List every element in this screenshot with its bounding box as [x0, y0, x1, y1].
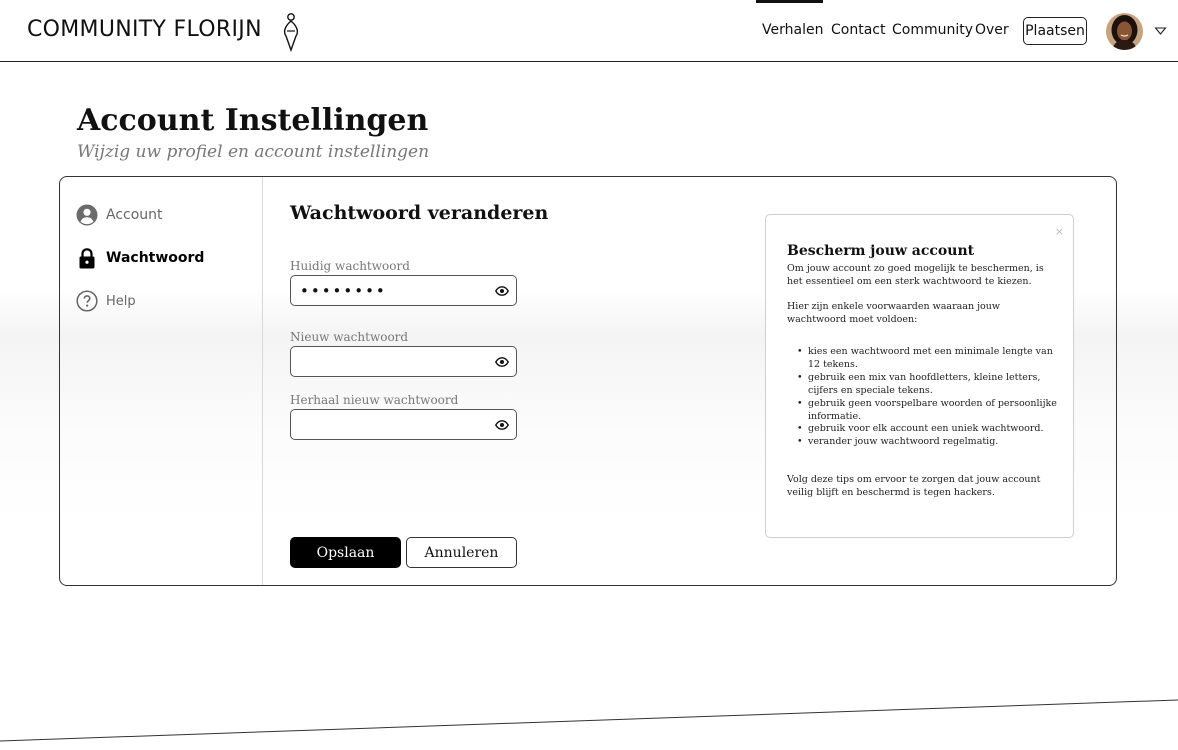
sidebar-item-label: Help: [106, 293, 136, 309]
repeat-password-input[interactable]: [291, 410, 486, 439]
form-title: Wachtwoord veranderen: [290, 202, 549, 224]
save-button[interactable]: Opslaan: [290, 537, 401, 568]
lock-icon: [76, 247, 98, 269]
chevron-down-icon[interactable]: [1154, 26, 1167, 36]
close-icon[interactable]: ×: [1055, 225, 1064, 238]
top-header: COMMUNITY FLORIJN Verhalen Contact Commu…: [0, 0, 1178, 62]
cancel-button[interactable]: Annuleren: [406, 537, 517, 568]
tips-outro: Volg deze tips om ervoor te zorgen dat j…: [787, 474, 1041, 498]
sidebar-item-account[interactable]: Account: [76, 203, 163, 227]
nav-item-verhalen[interactable]: Verhalen: [762, 22, 823, 38]
sidebar-item-wachtwoord[interactable]: Wachtwoord: [76, 246, 204, 270]
tips-intro: Om jouw account zo goed mogelijk te besc…: [787, 263, 1044, 287]
tips-list: kies een wachtwoord met een minimale len…: [797, 346, 1057, 449]
user-avatar-icon: [1106, 13, 1143, 50]
sidebar-item-label: Account: [106, 207, 163, 223]
sidebar-item-label: Wachtwoord: [106, 250, 205, 266]
repeat-password-field: [290, 409, 517, 440]
help-icon: [76, 290, 98, 312]
new-password-input[interactable]: [291, 347, 486, 376]
nav-item-over[interactable]: Over: [975, 22, 1009, 38]
nav-item-contact[interactable]: Contact: [831, 22, 885, 38]
list-item: gebruik geen voorspelbare woorden of per…: [797, 398, 1057, 424]
post-button[interactable]: Plaatsen: [1023, 17, 1087, 45]
list-item: kies een wachtwoord met een minimale len…: [797, 346, 1057, 372]
show-password-icon[interactable]: [495, 418, 509, 432]
repeat-password-label: Herhaal nieuw wachtwoord: [290, 393, 459, 407]
avatar[interactable]: [1106, 13, 1143, 50]
show-password-icon[interactable]: [495, 284, 509, 298]
new-password-field: [290, 346, 517, 377]
page-title: Account Instellingen: [77, 103, 429, 138]
list-item: gebruik een mix van hoofdletters, kleine…: [797, 372, 1057, 398]
current-password-field: [290, 275, 517, 306]
list-item: verander jouw wachtwoord regelmatig.: [797, 436, 1057, 449]
tips-requirements-intro: Hier zijn enkele voorwaarden waaraan jou…: [787, 301, 1001, 325]
nav-active-indicator: [756, 0, 823, 3]
brand-name[interactable]: COMMUNITY FLORIJN: [27, 17, 262, 42]
list-item: gebruik voor elk account een uniek wacht…: [797, 423, 1057, 436]
sidebar-divider: [262, 177, 263, 585]
password-tips-panel: × Bescherm jouw account Om jouw account …: [765, 214, 1074, 538]
brand-logo-icon: [283, 13, 299, 52]
show-password-icon[interactable]: [495, 355, 509, 369]
sidebar-item-help[interactable]: Help: [76, 289, 136, 313]
tips-title: Bescherm jouw account: [787, 243, 975, 259]
current-password-label: Huidig wachtwoord: [290, 259, 410, 273]
user-circle-icon: [76, 204, 98, 226]
new-password-label: Nieuw wachtwoord: [290, 330, 409, 344]
settings-card: Account Wachtwoord Help Wachtwoord veran…: [59, 176, 1117, 586]
page-subtitle: Wijzig uw profiel en account instellinge…: [77, 142, 430, 162]
nav-item-community[interactable]: Community: [892, 22, 973, 38]
current-password-input[interactable]: [291, 276, 486, 305]
